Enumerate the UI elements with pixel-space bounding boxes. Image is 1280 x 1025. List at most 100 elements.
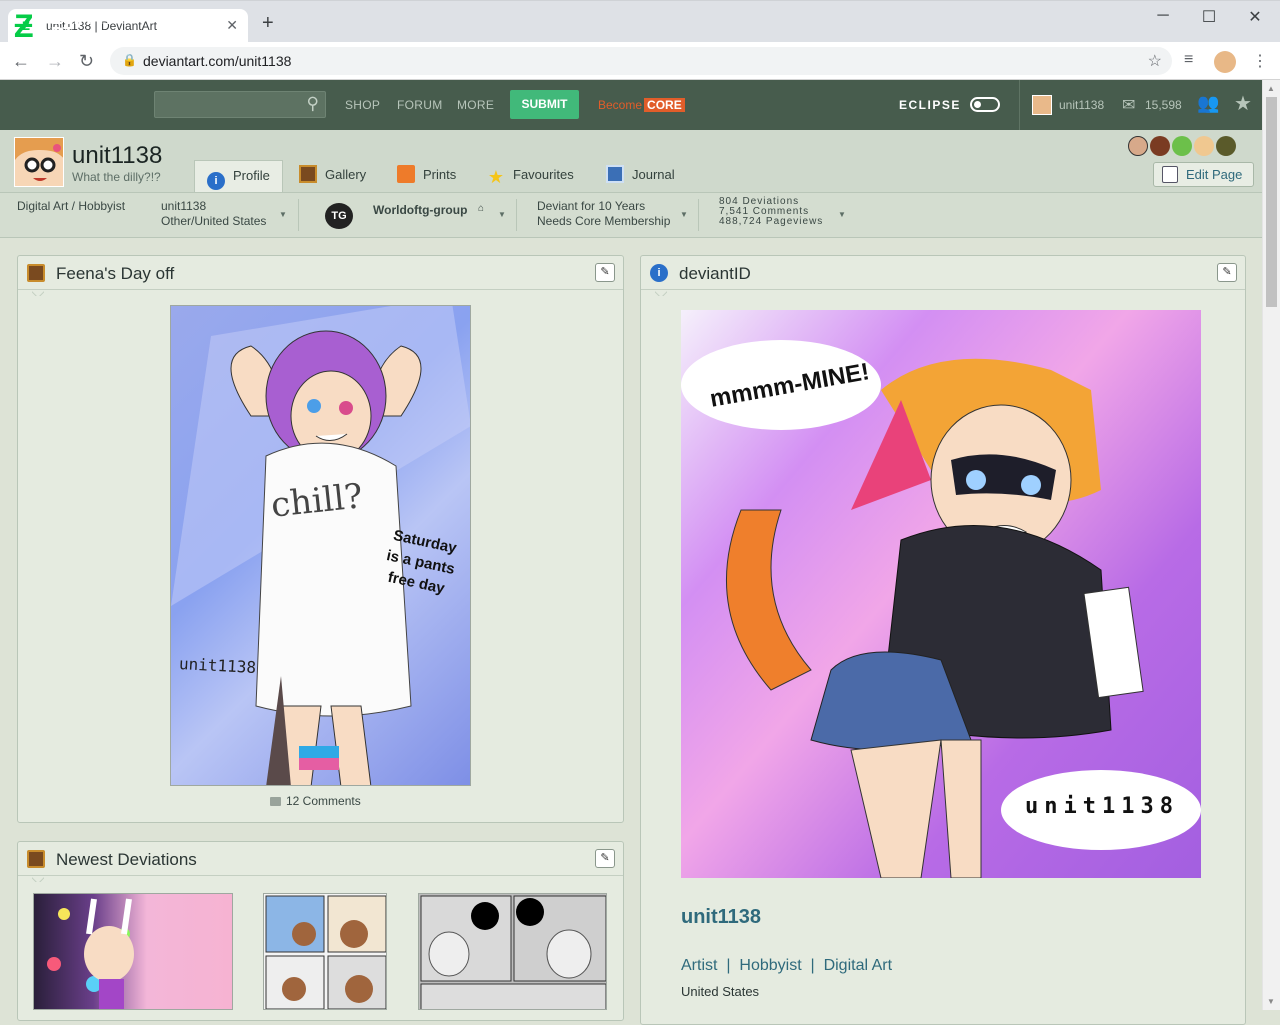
edit-page-button[interactable]: Edit Page bbox=[1153, 162, 1254, 187]
close-tab-icon[interactable]: ✕ bbox=[226, 17, 238, 34]
url-text: deviantart.com/unit1138 bbox=[143, 53, 292, 69]
deviantid-artwork[interactable]: mmmm-MINE! unit1138 bbox=[681, 310, 1201, 878]
membership-status: Needs Core Membership bbox=[537, 214, 671, 228]
deviantid-country: United States bbox=[681, 984, 760, 999]
deviation-thumbnail[interactable] bbox=[418, 893, 607, 1010]
deviantid-roles: Artist | Hobbyist | Digital Art bbox=[681, 957, 893, 974]
favourites-icon[interactable]: ★ bbox=[1234, 91, 1252, 116]
featured-artwork[interactable]: chill? Saturday is a pants free day unit11… bbox=[170, 305, 471, 786]
prints-icon bbox=[397, 165, 415, 183]
comment-bubble-icon bbox=[270, 797, 281, 806]
panel-header: Feena's Day off ✎ bbox=[18, 256, 623, 290]
artwork-signature: unit1138 bbox=[1025, 794, 1179, 819]
url-field[interactable]: 🔒 deviantart.com/unit1138 ☆ bbox=[110, 47, 1172, 75]
panel-title: deviantID bbox=[679, 264, 751, 283]
edit-pencil-icon[interactable]: ✎ bbox=[595, 849, 615, 868]
page-scrollbar[interactable]: ▲ ▼ bbox=[1262, 80, 1280, 1010]
chevron-down-icon[interactable]: ▼ bbox=[838, 210, 846, 219]
tab-favourites[interactable]: ★ Favourites bbox=[475, 160, 586, 192]
deviantart-logo-icon: Ƶ bbox=[14, 8, 34, 44]
nav-forum[interactable]: FORUM bbox=[397, 98, 443, 112]
panel-title: Feena's Day off bbox=[56, 264, 175, 283]
nav-more[interactable]: MORE bbox=[457, 98, 494, 112]
badge-icon[interactable] bbox=[1194, 136, 1214, 156]
eclipse-label: ECLIPSE bbox=[899, 98, 961, 112]
search-icon[interactable]: ⚲ bbox=[307, 94, 319, 114]
browser-profile-avatar[interactable] bbox=[1214, 51, 1236, 73]
tab-gallery[interactable]: Gallery bbox=[287, 160, 378, 192]
bookmark-star-icon[interactable]: ☆ bbox=[1148, 51, 1162, 71]
user-category: Digital Art / Hobbyist bbox=[17, 199, 126, 213]
back-icon[interactable]: ← bbox=[12, 51, 30, 72]
tab-journal[interactable]: Journal bbox=[594, 160, 687, 192]
membership-dropdown[interactable]: Deviant for 10 Years Needs Core Membershi… bbox=[537, 199, 670, 229]
tab-label: Prints bbox=[423, 167, 457, 182]
badge-icon[interactable] bbox=[1128, 136, 1148, 156]
user-location-dropdown[interactable]: unit1138 Other/United States bbox=[161, 199, 266, 229]
media-queue-icon[interactable]: ≡ bbox=[1184, 51, 1193, 69]
edit-pencil-icon[interactable]: ✎ bbox=[595, 263, 615, 282]
tab-label: Profile bbox=[233, 168, 270, 183]
site-search-input[interactable]: ⚲ bbox=[154, 91, 326, 118]
group-name[interactable]: Worldoftg-group bbox=[373, 203, 467, 218]
close-window-icon[interactable]: ✕ bbox=[1240, 7, 1270, 27]
forward-icon[interactable]: → bbox=[46, 51, 64, 72]
message-count[interactable]: 15,598 bbox=[1145, 98, 1182, 112]
tab-label: Favourites bbox=[513, 167, 574, 182]
deviation-thumbnail[interactable] bbox=[263, 893, 387, 1010]
home-icon: ⌂ bbox=[478, 203, 485, 214]
badges-row bbox=[1128, 136, 1248, 158]
tab-profile[interactable]: i Profile bbox=[194, 160, 283, 192]
info-icon: i bbox=[650, 264, 668, 282]
reload-icon[interactable]: ↻ bbox=[79, 51, 94, 72]
logo-text-line2: ART bbox=[38, 24, 74, 44]
nav-shop[interactable]: SHOP bbox=[345, 98, 380, 112]
messages-icon[interactable]: ✉ bbox=[1122, 95, 1135, 115]
badge-icon[interactable] bbox=[1150, 136, 1170, 156]
info-divider bbox=[698, 199, 699, 231]
group-logo[interactable]: TG bbox=[325, 203, 353, 229]
info-divider bbox=[298, 199, 299, 231]
header-username[interactable]: unit1138 bbox=[1059, 98, 1104, 112]
submit-button[interactable]: SUBMIT bbox=[510, 90, 579, 119]
edit-page-label: Edit Page bbox=[1186, 167, 1243, 182]
scroll-up-icon[interactable]: ▲ bbox=[1267, 84, 1275, 93]
comments-count: 12 Comments bbox=[286, 794, 361, 808]
eclipse-toggle[interactable] bbox=[970, 97, 1000, 112]
deviantid-username[interactable]: unit1138 bbox=[681, 906, 761, 929]
header-divider bbox=[1019, 80, 1020, 130]
profile-tagline: What the dilly?!? bbox=[72, 170, 161, 184]
core-badge: CORE bbox=[644, 98, 685, 112]
edit-pencil-icon[interactable]: ✎ bbox=[1217, 263, 1237, 282]
maximize-icon[interactable]: ☐ bbox=[1194, 7, 1224, 27]
chevron-down-icon[interactable]: ▼ bbox=[680, 210, 688, 219]
tab-label: Journal bbox=[632, 167, 675, 182]
user-avatar[interactable] bbox=[1032, 95, 1052, 115]
chevron-down-icon[interactable]: ▼ bbox=[279, 210, 287, 219]
browser-tab-strip: ƶ unit1138 | DeviantArt ✕ + ─ ☐ ✕ bbox=[0, 0, 1280, 43]
chevron-down-icon[interactable]: ▼ bbox=[498, 210, 506, 219]
browser-menu-icon[interactable]: ⋮ bbox=[1252, 51, 1268, 71]
watchers-icon[interactable]: 👥 bbox=[1197, 93, 1219, 114]
info-divider bbox=[516, 199, 517, 231]
badge-icon[interactable] bbox=[1172, 136, 1192, 156]
edit-page-icon bbox=[1162, 166, 1178, 183]
star-icon: ★ bbox=[487, 167, 505, 187]
minimize-icon[interactable]: ─ bbox=[1148, 7, 1178, 25]
stat-pageviews: 488,724 Pageviews bbox=[719, 216, 824, 227]
scroll-thumb[interactable] bbox=[1266, 97, 1277, 307]
panel-header: Newest Deviations ✎ bbox=[18, 842, 623, 876]
gallery-icon bbox=[27, 850, 45, 868]
profile-avatar[interactable] bbox=[14, 137, 64, 187]
info-icon: i bbox=[207, 172, 225, 190]
tab-prints[interactable]: Prints bbox=[385, 160, 468, 192]
badge-icon[interactable] bbox=[1216, 136, 1236, 156]
new-tab-icon[interactable]: + bbox=[262, 13, 274, 33]
deviation-thumbnail[interactable] bbox=[33, 893, 233, 1010]
deviant-since: Deviant for 10 Years bbox=[537, 199, 646, 213]
comments-link[interactable]: 12 Comments bbox=[270, 794, 361, 808]
become-core-link[interactable]: Become CORE bbox=[598, 98, 685, 112]
scroll-down-icon[interactable]: ▼ bbox=[1267, 997, 1275, 1006]
stats-dropdown[interactable]: 804 Deviations 7,541 Comments 488,724 Page… bbox=[719, 197, 823, 227]
lock-icon: 🔒 bbox=[122, 53, 137, 67]
